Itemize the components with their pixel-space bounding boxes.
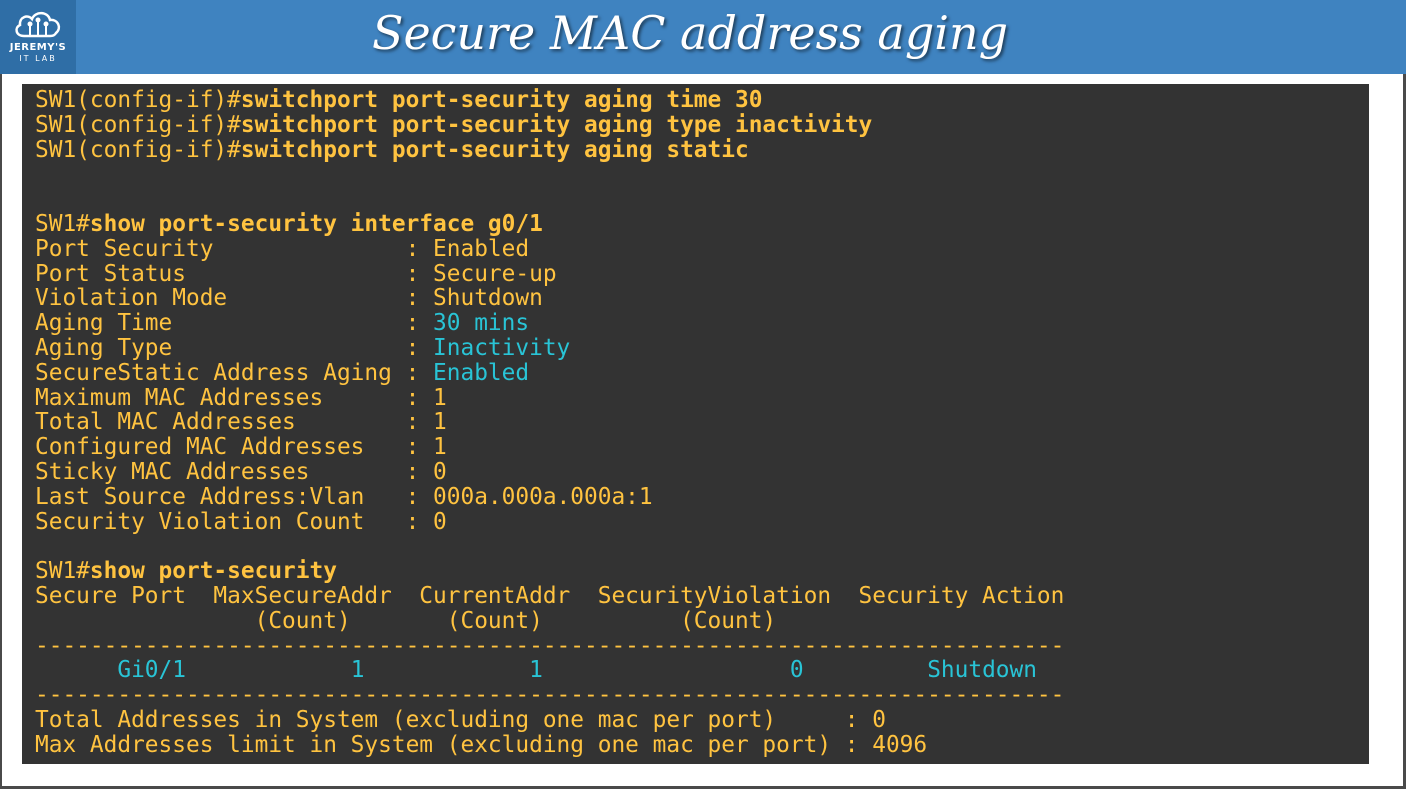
footer-label: Max Addresses limit in System (excluding… <box>35 731 873 758</box>
show-interface-line: SW1#show port-security interface g0/1 <box>35 212 1369 237</box>
field-label: Configured MAC Addresses <box>35 434 406 461</box>
field-violation-count: Security Violation Count : 0 <box>35 508 447 535</box>
footer-value: 0 <box>872 706 886 733</box>
field-securestatic-aging: SecureStatic Address Aging : Enabled <box>35 359 530 386</box>
summary-separator: ----------------------------------------… <box>35 682 1065 709</box>
field-value: Secure-up <box>433 260 557 287</box>
field-last-source: Last Source Address:Vlan : 000a.000a.000… <box>35 483 653 510</box>
summary-footer-total: Total Addresses in System (excluding one… <box>35 708 1369 733</box>
header-bar: JEREMY'S IT LAB Secure MAC address aging <box>0 0 1406 74</box>
footer-value: 4096 <box>872 731 928 758</box>
command: switchport port-security aging static <box>240 136 749 163</box>
field-label: Aging Type <box>35 334 406 361</box>
summary-header-2: (Count) (Count) (Count) <box>35 607 777 634</box>
field-violation-mode: Violation Mode : Shutdown <box>35 285 543 312</box>
field-label: Total MAC Addresses <box>35 409 406 436</box>
row-action: Shutdown <box>927 657 1037 684</box>
field-value: 0 <box>433 458 447 485</box>
field-value: 1 <box>433 384 447 411</box>
summary-header-1: Secure Port MaxSecureAddr CurrentAddr Se… <box>35 582 1065 609</box>
config-line-1: SW1(config-if)#switchport port-security … <box>35 88 1369 113</box>
row-violations: 0 <box>789 657 804 684</box>
row-port: Gi0/1 <box>117 657 186 684</box>
field-label: Last Source Address:Vlan <box>35 483 406 510</box>
command: show port-security <box>89 558 337 585</box>
field-label: Sticky MAC Addresses <box>35 458 406 485</box>
field-max-mac: Maximum MAC Addresses : 1 <box>35 384 447 411</box>
field-label: Port Security <box>35 235 406 262</box>
row-max-secure: 1 <box>350 657 365 684</box>
field-value: 1 <box>433 434 447 461</box>
prompt: SW1(config-if)# <box>35 111 241 138</box>
command: show port-security interface g0/1 <box>89 210 543 237</box>
show-summary-line: SW1#show port-security <box>35 559 1369 584</box>
field-sticky-mac: Sticky MAC Addresses : 0 <box>35 458 447 485</box>
summary-separator: ----------------------------------------… <box>35 632 1065 659</box>
field-value: Enabled <box>433 359 530 386</box>
field-aging-type: Aging Type : Inactivity <box>35 334 571 361</box>
field-value: Shutdown <box>433 285 543 312</box>
field-label: Port Status <box>35 260 406 287</box>
slide: JEREMY'S IT LAB Secure MAC address aging… <box>0 0 1406 789</box>
field-label: SecureStatic Address Aging <box>35 359 406 386</box>
field-label: Violation Mode <box>35 285 406 312</box>
field-configured-mac: Configured MAC Addresses : 1 <box>35 434 447 461</box>
prompt: SW1# <box>35 210 90 237</box>
frame-border-left <box>0 74 2 789</box>
field-port-security: Port Security : Enabled <box>35 235 530 262</box>
config-line-3: SW1(config-if)#switchport port-security … <box>35 136 1369 163</box>
field-value: Inactivity <box>433 334 571 361</box>
footer-label: Total Addresses in System (excluding one… <box>35 706 873 733</box>
field-aging-time: Aging Time : 30 mins <box>35 310 530 337</box>
field-value: Enabled <box>433 235 530 262</box>
field-value: 1 <box>433 409 447 436</box>
prompt: SW1(config-if)# <box>35 136 241 163</box>
prompt: SW1# <box>35 558 90 585</box>
field-value: 30 mins <box>433 310 530 337</box>
slide-title: Secure MAC address aging <box>371 6 1009 60</box>
field-label: Aging Time <box>35 310 406 337</box>
config-line-2: SW1(config-if)#switchport port-security … <box>35 111 1369 138</box>
field-total-mac: Total MAC Addresses : 1 <box>35 409 447 436</box>
terminal-window: SW1(config-if)#switchport port-security … <box>22 84 1369 764</box>
field-value: 0 <box>433 508 447 535</box>
field-label: Maximum MAC Addresses <box>35 384 406 411</box>
command: switchport port-security aging type inac… <box>240 111 873 138</box>
field-label: Security Violation Count <box>35 508 406 535</box>
command: switchport port-security aging time 30 <box>240 87 763 113</box>
field-value: 000a.000a.000a:1 <box>433 483 653 510</box>
row-current: 1 <box>529 657 543 684</box>
field-port-status: Port Status : Secure-up <box>35 260 557 287</box>
prompt: SW1(config-if)# <box>35 87 241 113</box>
summary-footer-max: Max Addresses limit in System (excluding… <box>35 731 1369 758</box>
summary-row: Gi0/1 1 1 0 Shutdown <box>35 658 1369 683</box>
